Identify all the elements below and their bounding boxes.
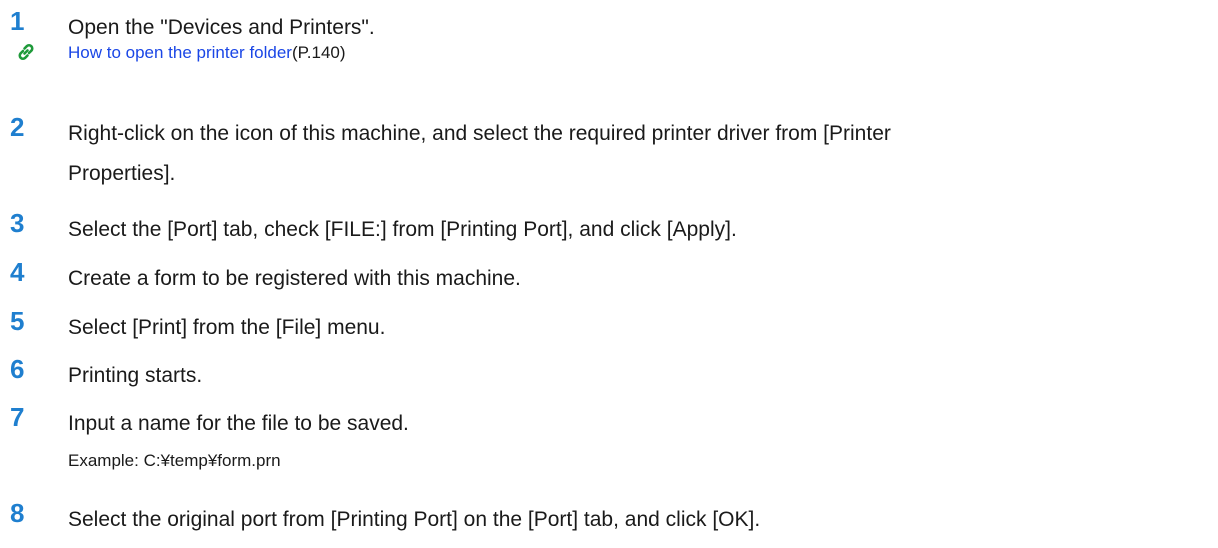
step-number: 1 [10, 6, 25, 36]
step-number: 7 [10, 402, 25, 432]
step-number: 2 [10, 112, 25, 142]
example-text: Example: C:¥temp¥form.prn [68, 451, 281, 470]
step-number: 8 [10, 498, 25, 528]
step-text: Printing starts. [68, 364, 203, 387]
step-text: Select the original port from [Printing … [68, 508, 761, 531]
step-text: Select [Print] from the [File] menu. [68, 316, 386, 339]
chain-link-icon [18, 44, 34, 60]
page-reference: (P.140) [291, 43, 346, 62]
step-number: 4 [10, 257, 25, 287]
link-text: How to open the printer folder(P.140) [68, 43, 346, 63]
step-text: Right-click on the icon of this machine,… [68, 116, 1213, 191]
step-text: Open the "Devices and Printers". [68, 16, 375, 39]
printer-folder-link[interactable]: How to open the printer folder [68, 43, 292, 62]
step-text: Input a name for the file to be saved. [68, 412, 409, 435]
step-text-line: Right-click on the icon of this machine,… [68, 122, 891, 145]
step-text: Create a form to be registered with this… [68, 267, 521, 290]
step-number: 3 [10, 208, 25, 238]
step-text: Select the [Port] tab, check [FILE:] fro… [68, 218, 737, 241]
step-number: 6 [10, 354, 25, 384]
step-text-line: Properties]. [68, 162, 176, 185]
step-number: 5 [10, 306, 25, 336]
